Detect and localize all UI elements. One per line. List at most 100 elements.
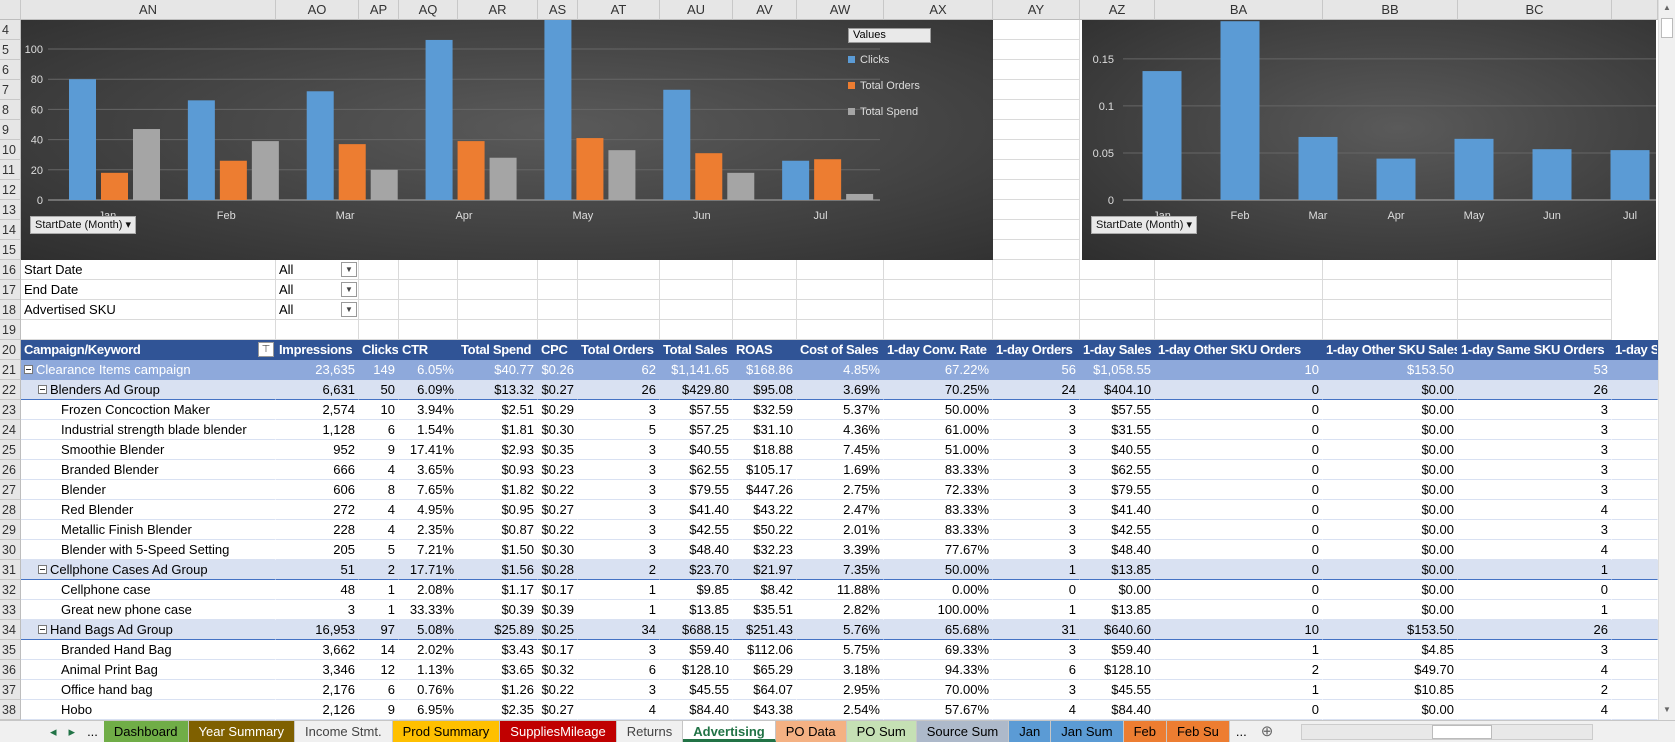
pivot-value-cell[interactable]: $0.39 bbox=[458, 600, 538, 620]
pivot-value-cell[interactable]: $43.22 bbox=[733, 500, 797, 520]
pivot-value-cell[interactable]: 24 bbox=[993, 380, 1080, 400]
cell[interactable] bbox=[884, 300, 993, 320]
pivot-value-cell[interactable]: $2.51 bbox=[458, 400, 538, 420]
cell[interactable] bbox=[458, 280, 538, 300]
pivot-value-cell[interactable]: 3 bbox=[1458, 460, 1612, 480]
pivot-value-cell[interactable]: 2.08% bbox=[399, 580, 458, 600]
pivot-value-cell[interactable]: 10 bbox=[1155, 360, 1323, 380]
cell[interactable] bbox=[399, 280, 458, 300]
pivot-value-cell[interactable]: 1.69% bbox=[797, 460, 884, 480]
pivot-value-cell[interactable]: 2 bbox=[1155, 660, 1323, 680]
pivot-column-header[interactable]: Impressions bbox=[276, 340, 359, 360]
cell[interactable] bbox=[1155, 320, 1323, 340]
pivot-value-cell[interactable]: $0.30 bbox=[538, 540, 578, 560]
pivot-value-cell[interactable]: 62 bbox=[578, 360, 660, 380]
tab-more-left[interactable]: ... bbox=[81, 721, 104, 742]
bar-total-orders[interactable] bbox=[576, 138, 604, 200]
pivot-value-cell[interactable]: $0.00 bbox=[1323, 580, 1458, 600]
dropdown-arrow-icon[interactable]: ▼ bbox=[341, 302, 357, 317]
pivot-value-cell[interactable]: 1 bbox=[993, 600, 1080, 620]
pivot-value-cell[interactable]: $32.59 bbox=[733, 400, 797, 420]
bar-total-spend[interactable] bbox=[133, 129, 160, 200]
pivot-value-cell[interactable]: 4 bbox=[993, 700, 1080, 720]
bar-value[interactable] bbox=[1376, 158, 1416, 200]
bar-clicks[interactable] bbox=[425, 39, 453, 200]
pivot-value-cell[interactable]: $84.40 bbox=[660, 700, 733, 720]
pivot-value-cell[interactable]: 67.22% bbox=[884, 360, 993, 380]
row-header[interactable]: 12 bbox=[0, 180, 21, 200]
pivot-value-cell[interactable]: 3 bbox=[578, 520, 660, 540]
pivot-value-cell[interactable]: $40.55 bbox=[1080, 440, 1155, 460]
bar-value[interactable] bbox=[1142, 71, 1182, 200]
row-header[interactable]: 26 bbox=[0, 460, 21, 480]
keyword-row-label[interactable]: Smoothie Blender bbox=[21, 440, 276, 460]
column-header[interactable] bbox=[1612, 0, 1658, 20]
column-header[interactable]: AT bbox=[578, 0, 660, 20]
sheet-tab-jan[interactable]: Jan bbox=[1009, 721, 1052, 742]
scroll-up-icon[interactable]: ▲ bbox=[1659, 0, 1675, 16]
pivot-value-cell[interactable]: $0.22 bbox=[538, 480, 578, 500]
pivot-value-cell[interactable]: $35.51 bbox=[733, 600, 797, 620]
cell[interactable] bbox=[1155, 260, 1323, 280]
pivot-value-cell[interactable]: 10 bbox=[359, 400, 399, 420]
pivot-value-cell[interactable]: 31 bbox=[993, 620, 1080, 640]
cell[interactable] bbox=[1323, 260, 1458, 280]
pivot-value-cell[interactable]: 4.95% bbox=[399, 500, 458, 520]
pivot-value-cell[interactable]: $0.22 bbox=[538, 520, 578, 540]
pivot-value-cell[interactable]: $41.40 bbox=[660, 500, 733, 520]
pivot-value-cell[interactable]: $1.81 bbox=[458, 420, 538, 440]
pivot-value-cell[interactable]: 7.35% bbox=[797, 560, 884, 580]
pivot-value-cell[interactable] bbox=[1612, 680, 1658, 700]
pivot-value-cell[interactable]: $50.22 bbox=[733, 520, 797, 540]
pivot-value-cell[interactable]: $429.80 bbox=[660, 380, 733, 400]
pivot-value-cell[interactable]: $4.85 bbox=[1323, 640, 1458, 660]
pivot-value-cell[interactable]: $95.08 bbox=[733, 380, 797, 400]
cell[interactable] bbox=[538, 320, 578, 340]
dropdown-arrow-icon[interactable]: ▼ bbox=[341, 282, 357, 297]
cell[interactable] bbox=[797, 280, 884, 300]
column-header[interactable]: AZ bbox=[1080, 0, 1155, 20]
pivot-value-cell[interactable]: $32.23 bbox=[733, 540, 797, 560]
legend-title[interactable]: Values bbox=[848, 28, 931, 43]
pivot-column-header[interactable]: 1-day Sales bbox=[1080, 340, 1155, 360]
cell[interactable] bbox=[458, 320, 538, 340]
row-header[interactable]: 25 bbox=[0, 440, 21, 460]
pivot-value-cell[interactable]: $0.00 bbox=[1323, 480, 1458, 500]
cell[interactable] bbox=[538, 260, 578, 280]
pivot-value-cell[interactable]: 4 bbox=[578, 700, 660, 720]
row-header[interactable]: 7 bbox=[0, 80, 21, 100]
pivot-value-cell[interactable]: $64.07 bbox=[733, 680, 797, 700]
cell[interactable] bbox=[993, 20, 1080, 40]
pivot-value-cell[interactable]: $0.22 bbox=[538, 680, 578, 700]
row-header[interactable]: 15 bbox=[0, 240, 21, 260]
cell[interactable] bbox=[1458, 260, 1612, 280]
pivot-value-cell[interactable] bbox=[1612, 500, 1658, 520]
cell[interactable] bbox=[1323, 300, 1458, 320]
pivot-value-cell[interactable] bbox=[1612, 480, 1658, 500]
pivot-value-cell[interactable]: $0.32 bbox=[538, 660, 578, 680]
pivot-value-cell[interactable]: 17.41% bbox=[399, 440, 458, 460]
keyword-row-label[interactable]: Branded Hand Bag bbox=[21, 640, 276, 660]
start-date-month-filter-button[interactable]: StartDate (Month) ▾ bbox=[1091, 216, 1198, 234]
pivot-value-cell[interactable]: 3 bbox=[993, 480, 1080, 500]
pivot-value-cell[interactable]: $0.00 bbox=[1323, 700, 1458, 720]
pivot-value-cell[interactable]: 6 bbox=[359, 680, 399, 700]
pivot-value-cell[interactable]: 3 bbox=[993, 400, 1080, 420]
bar-clicks[interactable] bbox=[782, 160, 810, 200]
pivot-value-cell[interactable]: 12 bbox=[359, 660, 399, 680]
column-header[interactable]: BA bbox=[1155, 0, 1323, 20]
keyword-row-label[interactable]: Great new phone case bbox=[21, 600, 276, 620]
cell[interactable] bbox=[458, 300, 538, 320]
cell[interactable] bbox=[538, 280, 578, 300]
pivot-value-cell[interactable]: 606 bbox=[276, 480, 359, 500]
pivot-value-cell[interactable]: 3.65% bbox=[399, 460, 458, 480]
pivot-value-cell[interactable]: $128.10 bbox=[1080, 660, 1155, 680]
bar-clicks[interactable] bbox=[663, 89, 691, 200]
pivot-value-cell[interactable]: $42.55 bbox=[660, 520, 733, 540]
pivot-value-cell[interactable]: 5.75% bbox=[797, 640, 884, 660]
pivot-value-cell[interactable]: $404.10 bbox=[1080, 380, 1155, 400]
pivot-value-cell[interactable]: 3 bbox=[1458, 480, 1612, 500]
pivot-value-cell[interactable]: 3 bbox=[578, 460, 660, 480]
keyword-row-label[interactable]: Frozen Concoction Maker bbox=[21, 400, 276, 420]
pivot-value-cell[interactable]: 3 bbox=[578, 400, 660, 420]
